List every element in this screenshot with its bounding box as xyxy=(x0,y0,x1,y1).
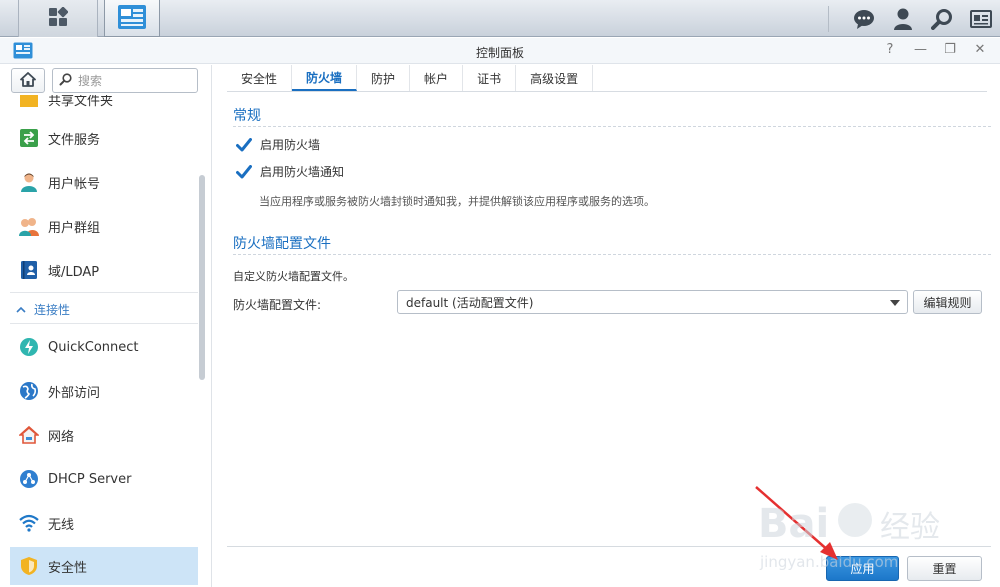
section-label: 连接性 xyxy=(34,302,71,317)
sidebar-divider xyxy=(10,323,198,324)
profile-description: 自定义防火墙配置文件。 xyxy=(233,270,354,283)
enable-notification-label: 启用防火墙通知 xyxy=(260,165,345,179)
domain-ldap-icon xyxy=(18,259,40,281)
enable-notification-row[interactable]: 启用防火墙通知 xyxy=(236,163,344,180)
sidebar-section-connectivity[interactable]: 连接性 xyxy=(16,298,70,320)
sidebar-item-label: 共享文件夹 xyxy=(48,95,114,109)
sidebar-item-network[interactable]: 网络 xyxy=(10,416,198,454)
tab-firewall[interactable]: 防火墙 xyxy=(292,65,358,91)
svg-text:经验: 经验 xyxy=(880,510,940,545)
minimize-icon[interactable]: — xyxy=(914,42,927,57)
wireless-icon xyxy=(18,512,40,534)
tray-separator xyxy=(828,6,829,32)
sidebar-item-user-group[interactable]: 用户群组 xyxy=(10,207,198,245)
sidebar-item-label: DHCP Server xyxy=(48,471,132,487)
tab-advanced[interactable]: 高级设置 xyxy=(516,65,594,91)
sidebar-item-label: 无线 xyxy=(48,517,75,533)
notification-hint: 当应用程序或服务被防火墙封锁时通知我，并提供解锁该应用程序或服务的选项。 xyxy=(259,195,655,208)
tab-certificate[interactable]: 证书 xyxy=(463,65,517,91)
sidebar-item-label: 用户群组 xyxy=(48,220,101,236)
search-placeholder: 搜索 xyxy=(78,74,103,88)
sidebar-item-label: 文件服务 xyxy=(48,132,101,148)
window-title: 控制面板 xyxy=(475,46,524,60)
profile-select[interactable]: default (活动配置文件) xyxy=(397,290,908,314)
user-account-icon[interactable] xyxy=(892,8,914,30)
chat-icon[interactable] xyxy=(853,8,875,30)
home-button[interactable] xyxy=(11,68,45,93)
enable-firewall-label: 启用防火墙 xyxy=(260,138,321,152)
section-divider xyxy=(233,254,991,255)
enable-notification-checkbox[interactable] xyxy=(236,164,252,180)
shared-folder-icon xyxy=(18,95,40,110)
sidebar-item-label: 用户帐号 xyxy=(48,176,101,192)
tab-security[interactable]: 安全性 xyxy=(227,65,293,91)
tab-bar: 安全性 防火墙 防护 帐户 证书 高级设置 xyxy=(227,65,987,92)
edit-rules-button[interactable]: 编辑规则 xyxy=(913,290,982,314)
sidebar-item-external-access[interactable]: 外部访问 xyxy=(10,372,198,410)
network-icon xyxy=(18,424,40,446)
main-menu-button[interactable] xyxy=(18,0,98,37)
system-tray xyxy=(853,0,992,37)
sidebar-item-label: 域/LDAP xyxy=(48,264,100,280)
profile-field-label: 防火墙配置文件: xyxy=(233,298,322,312)
sidebar-item-security[interactable]: 安全性 xyxy=(10,547,198,585)
desktop-widgets-icon[interactable] xyxy=(970,8,992,30)
sidebar-divider xyxy=(10,292,198,293)
control-panel-icon xyxy=(117,4,147,33)
chevron-up-icon xyxy=(16,302,26,316)
svg-text:jingyan.baidu.com: jingyan.baidu.com xyxy=(759,553,898,571)
window-controls: ? — ❐ ✕ xyxy=(884,42,986,57)
enable-firewall-checkbox[interactable] xyxy=(236,137,252,153)
watermark-logo: Bai 经验 jingyan.baidu.com xyxy=(758,501,940,571)
sidebar-item-wireless[interactable]: 无线 xyxy=(10,504,198,542)
general-section-title: 常规 xyxy=(233,108,261,124)
tab-protection[interactable]: 防护 xyxy=(357,65,411,91)
svg-text:Bai: Bai xyxy=(758,501,829,547)
user-icon xyxy=(18,171,40,193)
external-access-icon xyxy=(18,380,40,402)
sidebar-scrollbar[interactable] xyxy=(199,175,205,380)
search-icon xyxy=(59,72,72,89)
sidebar-item-quickconnect[interactable]: QuickConnect xyxy=(10,328,198,366)
quickconnect-icon xyxy=(18,336,40,358)
sidebar-item-user-account[interactable]: 用户帐号 xyxy=(10,163,198,201)
sidebar-item-shared-folder[interactable]: 共享文件夹 xyxy=(10,95,198,118)
sidebar-item-file-services[interactable]: 文件服务 xyxy=(10,119,198,157)
sidebar-item-label: 安全性 xyxy=(48,560,88,576)
profile-select-value: default (活动配置文件) xyxy=(406,295,534,310)
window-titlebar[interactable]: 控制面板 ? — ❐ ✕ xyxy=(0,38,1000,64)
dropdown-arrow-icon xyxy=(890,300,900,306)
control-panel-task-button[interactable] xyxy=(104,0,160,37)
sidebar-list: 共享文件夹 文件服务 用户帐号 用户群组 域/LDAP 连接性 QuickCon… xyxy=(0,95,205,587)
tab-account[interactable]: 帐户 xyxy=(410,65,464,91)
dhcp-icon xyxy=(18,468,40,490)
sidebar-item-label: QuickConnect xyxy=(48,339,139,355)
grid-menu-icon xyxy=(48,6,69,30)
security-shield-icon xyxy=(18,555,40,577)
sidebar-item-label: 外部访问 xyxy=(48,385,101,401)
file-services-icon xyxy=(18,127,40,149)
section-divider xyxy=(233,126,991,127)
sidebar-item-domain-ldap[interactable]: 域/LDAP xyxy=(10,251,198,289)
search-icon[interactable] xyxy=(931,8,953,30)
search-input[interactable]: 搜索 xyxy=(52,68,198,93)
enable-firewall-row[interactable]: 启用防火墙 xyxy=(236,136,320,153)
sidebar-item-label: 网络 xyxy=(48,429,75,445)
home-icon xyxy=(20,71,36,90)
profile-section-title: 防火墙配置文件 xyxy=(233,236,331,252)
close-icon[interactable]: ✕ xyxy=(974,42,986,57)
sidebar-item-dhcp-server[interactable]: DHCP Server xyxy=(10,460,198,498)
group-icon xyxy=(18,215,40,237)
restore-icon[interactable]: ❐ xyxy=(944,42,956,57)
sidebar: 搜索 共享文件夹 文件服务 用户帐号 用户群组 域/LDAP 连接性 Quick… xyxy=(0,65,212,587)
taskbar xyxy=(0,0,1000,37)
help-icon[interactable]: ? xyxy=(884,42,896,57)
